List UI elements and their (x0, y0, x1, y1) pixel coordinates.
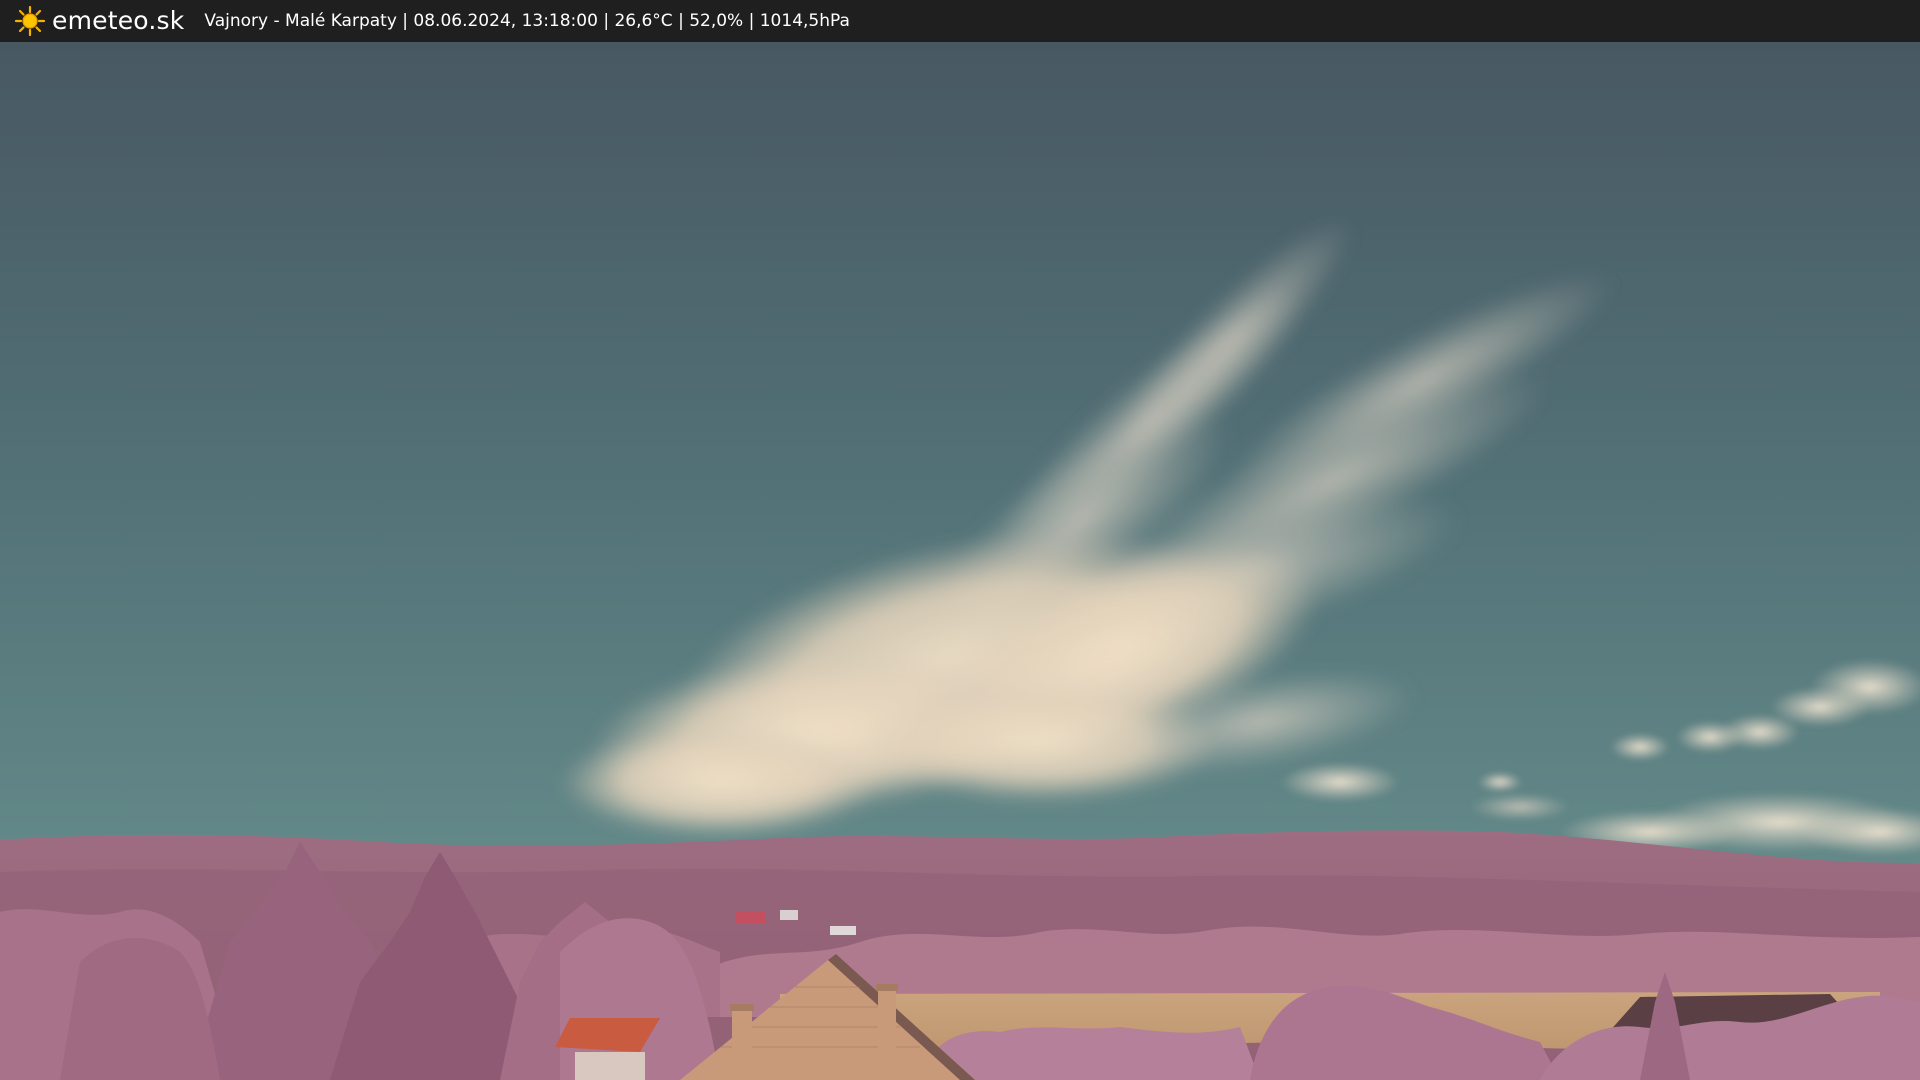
distant-building (780, 910, 798, 920)
sun-icon (14, 5, 46, 37)
distant-building (735, 912, 765, 924)
webcam-image (0, 42, 1920, 1080)
station-caption: Vajnory - Malé Karpaty | 08.06.2024, 13:… (204, 11, 850, 31)
logo[interactable]: emeteo.sk (14, 0, 184, 42)
webcam-frame: emeteo.sk Vajnory - Malé Karpaty | 08.06… (0, 0, 1920, 1080)
landscape-scene (0, 42, 1920, 1080)
caption-bar: emeteo.sk Vajnory - Malé Karpaty | 08.06… (0, 0, 1920, 42)
distant-building (830, 926, 856, 935)
brand-name: emeteo.sk (52, 6, 185, 35)
